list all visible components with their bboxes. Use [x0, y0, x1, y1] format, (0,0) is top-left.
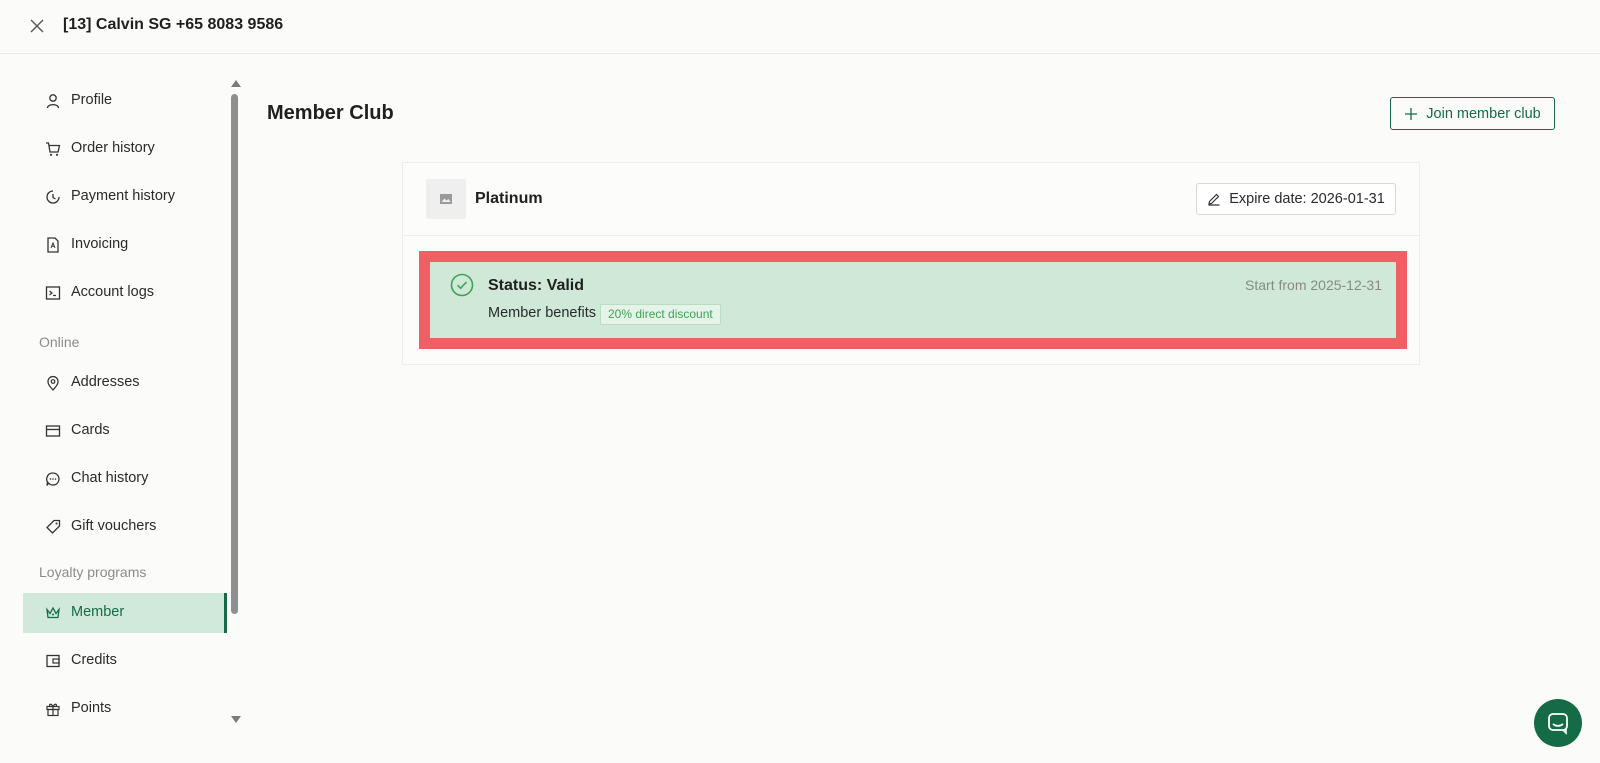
- history-icon: [45, 189, 61, 205]
- membership-card: Platinum Expire date: 2026-01-31 Status:…: [402, 162, 1420, 365]
- sidebar-item-label: Credits: [71, 652, 117, 668]
- check-circle-icon: [450, 273, 474, 297]
- edit-expire-date-button[interactable]: Expire date: 2026-01-31: [1196, 183, 1396, 215]
- sidebar-item-profile[interactable]: Profile: [23, 81, 227, 121]
- expire-date-label: Expire date: 2026-01-31: [1229, 191, 1385, 207]
- sidebar-item-label: Points: [71, 700, 112, 716]
- gift-icon: [45, 701, 61, 717]
- sidebar-item-cards[interactable]: Cards: [23, 411, 227, 451]
- customer-title: [13] Calvin SG +65 8083 9586: [63, 16, 284, 33]
- sidebar-item-label: Gift vouchers: [71, 518, 157, 534]
- section-label-online: Online: [39, 334, 80, 350]
- tier-name: Platinum: [475, 190, 543, 207]
- sidebar-item-order-history[interactable]: Order history: [23, 129, 227, 169]
- credit-card-icon: [45, 423, 61, 439]
- cart-icon: [45, 141, 61, 157]
- sidebar-item-credits[interactable]: Credits: [23, 641, 227, 681]
- chat-bubble-icon: [45, 471, 61, 487]
- top-bar: [13] Calvin SG +65 8083 9586: [0, 0, 1600, 54]
- pdf-file-icon: [45, 237, 61, 253]
- sidebar-item-member[interactable]: Member: [23, 593, 227, 633]
- sidebar-item-addresses[interactable]: Addresses: [23, 363, 227, 403]
- sidebar-item-payment-history[interactable]: Payment history: [23, 177, 227, 217]
- sidebar-scrollbar[interactable]: [229, 80, 241, 740]
- join-member-club-button[interactable]: Join member club: [1390, 97, 1555, 130]
- status-label: Status: Valid: [488, 277, 585, 294]
- sidebar-item-label: Payment history: [71, 188, 175, 204]
- sidebar-item-label: Account logs: [71, 284, 155, 300]
- location-pin-icon: [45, 375, 61, 391]
- join-button-label: Join member club: [1426, 105, 1541, 122]
- sidebar-item-label: Invoicing: [71, 236, 129, 252]
- sidebar-item-gift-vouchers[interactable]: Gift vouchers: [23, 507, 227, 547]
- plus-icon: [1405, 107, 1418, 120]
- sidebar-item-label: Cards: [71, 422, 110, 438]
- close-icon: [30, 19, 44, 33]
- benefits-label: Member benefits: [488, 305, 596, 321]
- close-button[interactable]: [26, 15, 48, 37]
- sidebar-item-label: Profile: [71, 92, 113, 108]
- tag-icon: [45, 519, 61, 535]
- scrollbar-thumb[interactable]: [231, 94, 238, 614]
- sidebar-item-label: Member: [71, 604, 125, 620]
- sidebar-item-chat-history[interactable]: Chat history: [23, 459, 227, 499]
- sidebar-item-account-logs[interactable]: Account logs: [23, 273, 227, 313]
- page-title: Member Club: [267, 102, 394, 124]
- edit-pencil-icon: [1208, 193, 1220, 206]
- sidebar-item-label: Order history: [71, 140, 155, 156]
- chat-support-button[interactable]: [1534, 699, 1582, 747]
- tier-image-placeholder: [426, 179, 466, 219]
- sidebar-item-points[interactable]: Points: [23, 689, 227, 729]
- benefit-tag: 20% direct discount: [600, 304, 721, 325]
- start-date-label: Start from 2025-12-31: [1245, 277, 1382, 293]
- scroll-down-arrow-icon[interactable]: [231, 716, 241, 723]
- wallet-icon: [45, 653, 61, 669]
- sidebar-item-label: Chat history: [71, 470, 149, 486]
- user-icon: [45, 93, 61, 109]
- membership-status-panel: Status: Valid Start from 2025-12-31 Memb…: [419, 251, 1407, 349]
- sidebar: Profile Order history Payment history In…: [23, 78, 229, 744]
- chat-icon: [1548, 713, 1568, 735]
- terminal-icon: [45, 285, 61, 301]
- scroll-up-arrow-icon[interactable]: [231, 80, 241, 87]
- image-icon: [440, 194, 452, 204]
- section-label-loyalty: Loyalty programs: [39, 564, 147, 580]
- crown-icon: [45, 605, 61, 621]
- sidebar-item-invoicing[interactable]: Invoicing: [23, 225, 227, 265]
- membership-card-header: Platinum Expire date: 2026-01-31: [403, 163, 1419, 236]
- sidebar-item-label: Addresses: [71, 374, 140, 390]
